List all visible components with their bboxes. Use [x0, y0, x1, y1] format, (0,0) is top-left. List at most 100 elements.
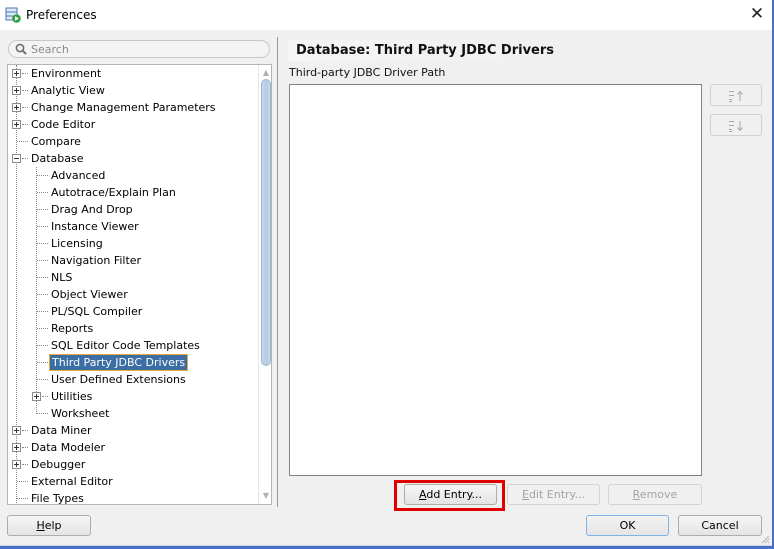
scroll-up-arrow-icon[interactable]: ▲ [261, 68, 271, 78]
tree-connector [22, 464, 28, 465]
tree-item[interactable]: Analytic View [8, 82, 258, 99]
expand-plus-icon[interactable] [32, 392, 41, 401]
tree-item-label: Analytic View [31, 84, 105, 97]
tree-item[interactable]: File Types [8, 490, 258, 505]
expand-plus-icon[interactable] [12, 426, 21, 435]
tree-connector [17, 481, 28, 482]
close-button[interactable]: ✕ [748, 5, 766, 23]
tree-item-label: Navigation Filter [51, 254, 142, 267]
tree-item-label: External Editor [31, 475, 113, 488]
expand-plus-icon[interactable] [12, 460, 21, 469]
resize-grip-icon[interactable] [760, 534, 770, 544]
tree-item[interactable]: Advanced [8, 167, 258, 184]
tree-item[interactable]: Compare [8, 133, 258, 150]
tree-item-label: Data Modeler [31, 441, 106, 454]
tree-scrollbar[interactable]: ▲ ▼ [258, 65, 271, 504]
tree-connector [17, 141, 28, 142]
remove-button[interactable]: Remove [608, 484, 702, 505]
tree-item-label: SQL Editor Code Templates [51, 339, 200, 352]
tree-connector [37, 379, 48, 380]
tree-item-label: Change Management Parameters [31, 101, 216, 114]
tree-connector [37, 362, 48, 363]
tree-connector [37, 226, 48, 227]
close-icon: ✕ [749, 4, 765, 24]
tree-connector [22, 73, 28, 74]
window-title: Preferences [26, 8, 97, 22]
tree-item[interactable]: Debugger [8, 456, 258, 473]
expand-plus-icon[interactable] [12, 69, 21, 78]
expand-plus-icon[interactable] [12, 86, 21, 95]
remove-label: emove [639, 488, 678, 501]
tree-connector [37, 294, 48, 295]
tree-item[interactable]: Environment [8, 65, 258, 82]
help-mnemonic: H [36, 519, 45, 532]
tree-connector [37, 209, 48, 210]
move-down-button[interactable] [710, 114, 762, 136]
tree-item-label: Advanced [51, 169, 106, 182]
tree-item[interactable]: Database [8, 150, 258, 167]
scrollbar-thumb[interactable] [261, 79, 271, 366]
tree-connector [37, 413, 48, 414]
tree-item[interactable]: PL/SQL Compiler [8, 303, 258, 320]
tree-item[interactable]: Worksheet [8, 405, 258, 422]
ok-button[interactable]: OK [586, 515, 669, 536]
tree-item-label: Utilities [51, 390, 93, 403]
tree-item[interactable]: SQL Editor Code Templates [8, 337, 258, 354]
splitter[interactable] [277, 37, 278, 507]
tree-connector [37, 345, 48, 346]
tree-item[interactable]: Autotrace/Explain Plan [8, 184, 258, 201]
tree-connector [37, 260, 48, 261]
search-field[interactable] [8, 40, 270, 58]
expand-plus-icon[interactable] [12, 120, 21, 129]
tree-item-label: Instance Viewer [51, 220, 139, 233]
move-up-button[interactable] [710, 84, 762, 106]
tree-item[interactable]: Navigation Filter [8, 252, 258, 269]
tree-item-label: Autotrace/Explain Plan [51, 186, 176, 199]
tree-item[interactable]: Code Editor [8, 116, 258, 133]
preferences-app-icon [5, 7, 21, 23]
tree-item[interactable]: Data Modeler [8, 439, 258, 456]
tree-item-label: Environment [31, 67, 102, 80]
tree-item[interactable]: Third Party JDBC Drivers [8, 354, 258, 371]
tree-connector [37, 175, 48, 176]
tree-connector [22, 447, 28, 448]
tree-connector [37, 311, 48, 312]
tree-item[interactable]: Utilities [8, 388, 258, 405]
collapse-minus-icon[interactable] [12, 154, 21, 163]
tree-item-label: Data Miner [31, 424, 92, 437]
cancel-button[interactable]: Cancel [678, 515, 762, 536]
move-down-icon [729, 121, 743, 132]
tree-connector [22, 124, 28, 125]
tree-item[interactable]: Instance Viewer [8, 218, 258, 235]
tree-item[interactable]: User Defined Extensions [8, 371, 258, 388]
tree-item-label: File Types [31, 492, 84, 505]
tree-item-label: Object Viewer [51, 288, 128, 301]
annotation-highlight-box [394, 480, 505, 511]
expand-plus-icon[interactable] [12, 103, 21, 112]
tree-item[interactable]: NLS [8, 269, 258, 286]
tree-item[interactable]: Drag And Drop [8, 201, 258, 218]
tree-item-label: Worksheet [51, 407, 110, 420]
tree-item[interactable]: Object Viewer [8, 286, 258, 303]
tree-connector [42, 396, 48, 397]
tree-item[interactable]: Licensing [8, 235, 258, 252]
help-button[interactable]: Help [7, 515, 91, 536]
tree-item[interactable]: Reports [8, 320, 258, 337]
edit-entry-button[interactable]: Edit Entry... [507, 484, 600, 505]
tree-connector [22, 430, 28, 431]
tree-item[interactable]: Data Miner [8, 422, 258, 439]
search-input[interactable] [31, 41, 261, 57]
tree-item[interactable]: Change Management Parameters [8, 99, 258, 116]
driver-path-list[interactable] [289, 84, 702, 476]
tree-connector [37, 328, 48, 329]
scroll-down-arrow-icon[interactable]: ▼ [261, 491, 271, 501]
tree-item-label: Drag And Drop [51, 203, 133, 216]
tree-item[interactable]: External Editor [8, 473, 258, 490]
tree-item-label: Database [31, 152, 84, 165]
cancel-label: Cancel [701, 519, 739, 532]
help-label: elp [44, 519, 62, 532]
edit-entry-mnemonic: E [522, 488, 529, 501]
title-bar: Preferences ✕ [0, 0, 774, 30]
expand-plus-icon[interactable] [12, 443, 21, 452]
tree-item-label: Reports [51, 322, 94, 335]
